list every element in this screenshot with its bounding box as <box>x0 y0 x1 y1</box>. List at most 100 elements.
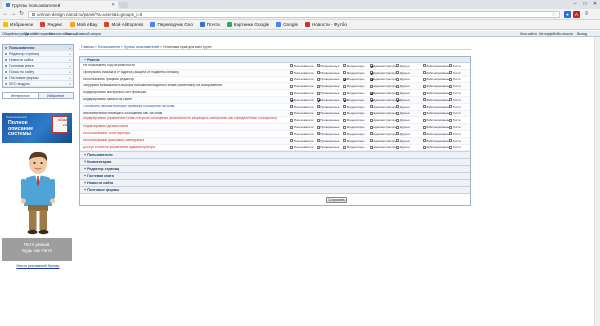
sidebar-tab-interesting[interactable]: Интересное <box>3 93 39 98</box>
admin-top-right-link[interactable]: Интерфейс <box>539 32 557 36</box>
permission-checkbox[interactable] <box>422 64 426 68</box>
group-option[interactable]: Пользователи <box>290 77 317 81</box>
maximize-icon[interactable]: □ <box>580 0 590 8</box>
permission-checkbox[interactable] <box>343 84 346 88</box>
group-option[interactable]: Модераторы <box>343 111 370 115</box>
permission-checkbox[interactable] <box>449 64 452 68</box>
group-option[interactable]: Заблокированные <box>422 91 449 95</box>
permission-checkbox[interactable] <box>343 111 346 115</box>
group-option[interactable]: Модераторы <box>343 98 370 102</box>
permission-checkbox[interactable] <box>290 84 293 88</box>
group-option[interactable]: Пользователи <box>290 105 317 109</box>
group-option[interactable]: Друзья <box>396 71 423 75</box>
permission-checkbox[interactable] <box>316 125 320 129</box>
permission-checkbox[interactable] <box>369 118 373 122</box>
permission-checkbox[interactable] <box>290 64 293 68</box>
bookmark-item[interactable]: Почта <box>199 22 220 27</box>
group-option[interactable]: Пользователи <box>290 111 317 115</box>
permission-checkbox[interactable] <box>369 64 373 68</box>
group-option[interactable]: Проверенные <box>316 71 344 75</box>
group-option[interactable]: Пользователи <box>290 84 317 88</box>
permission-checkbox[interactable] <box>422 132 426 136</box>
permission-checkbox[interactable] <box>369 98 373 102</box>
group-option[interactable]: Заблокированные <box>422 71 449 75</box>
group-option[interactable]: Проверенные <box>316 139 344 143</box>
group-option[interactable]: Друзья <box>396 118 423 122</box>
group-option[interactable]: Друзья <box>396 145 423 149</box>
permission-checkbox[interactable] <box>369 132 373 136</box>
permission-checkbox[interactable] <box>316 64 320 68</box>
bookmark-item[interactable]: Избранное <box>3 22 33 27</box>
group-option[interactable]: Пользователи <box>290 118 317 122</box>
bookmark-item[interactable]: Новости - Футбо <box>305 22 347 27</box>
group-option[interactable]: Пользователи <box>290 145 317 149</box>
permission-checkbox[interactable] <box>422 125 426 129</box>
group-option[interactable]: Гости <box>449 111 476 115</box>
permission-checkbox[interactable] <box>316 132 320 136</box>
permission-checkbox[interactable] <box>449 139 452 143</box>
group-option[interactable]: Модераторы <box>343 125 370 129</box>
permission-checkbox[interactable] <box>369 84 373 88</box>
permission-checkbox[interactable] <box>290 139 293 143</box>
group-option[interactable]: Модераторы <box>343 64 370 68</box>
permission-checkbox[interactable] <box>316 98 320 102</box>
permission-checkbox[interactable] <box>369 125 373 129</box>
group-option[interactable]: Проверенные <box>316 125 344 129</box>
admin-top-right-link[interactable]: Мои сайты <box>520 32 537 36</box>
group-option[interactable]: Проверенные <box>316 77 344 81</box>
group-option[interactable]: Друзья <box>396 84 423 88</box>
group-option[interactable]: Заблокированные <box>422 145 449 149</box>
permission-checkbox[interactable] <box>449 111 452 115</box>
permission-checkbox[interactable] <box>449 132 452 136</box>
group-option[interactable]: Администраторы <box>369 139 396 143</box>
group-option[interactable]: Проверенные <box>316 145 344 149</box>
permission-checkbox[interactable] <box>369 71 373 75</box>
collapsed-section-header[interactable]: + Новости сайта <box>80 179 470 187</box>
permission-checkbox[interactable] <box>422 77 426 81</box>
group-option[interactable]: Проверенные <box>316 118 344 122</box>
permission-checkbox[interactable] <box>316 118 320 122</box>
permission-checkbox[interactable] <box>343 98 346 102</box>
group-option[interactable]: Друзья <box>396 91 423 95</box>
permission-checkbox[interactable] <box>422 111 426 115</box>
group-option[interactable]: Модераторы <box>343 71 370 75</box>
group-option[interactable]: Модераторы <box>343 118 370 122</box>
group-option[interactable]: Модераторы <box>343 139 370 143</box>
bookmark-item[interactable]: Мой AliExpress <box>104 22 143 27</box>
collapsed-section-header[interactable]: + Гостевая книга <box>80 172 470 180</box>
permission-checkbox[interactable] <box>316 111 320 115</box>
permission-checkbox[interactable] <box>449 125 452 129</box>
ad-place-link[interactable]: Место рекламный баннер <box>2 264 74 268</box>
group-option[interactable]: Модераторы <box>343 77 370 81</box>
group-option[interactable]: Друзья <box>396 125 423 129</box>
admin-top-link[interactable]: Главный запрос <box>76 32 101 36</box>
group-option[interactable]: Заблокированные <box>422 105 449 109</box>
group-option[interactable]: Пользователи <box>290 125 317 129</box>
bookmark-item[interactable]: Яндекс <box>40 22 63 27</box>
forward-icon[interactable]: → <box>10 11 17 18</box>
group-option[interactable]: Администраторы <box>369 64 396 68</box>
permission-checkbox[interactable] <box>369 111 373 115</box>
permission-checkbox[interactable] <box>369 77 373 81</box>
group-option[interactable]: Друзья <box>396 105 423 109</box>
permission-checkbox[interactable] <box>290 105 293 109</box>
permission-checkbox[interactable] <box>343 132 346 136</box>
permission-checkbox[interactable] <box>449 118 452 122</box>
group-option[interactable]: Проверенные <box>316 64 344 68</box>
group-option[interactable]: Пользователи <box>290 91 317 95</box>
permission-checkbox[interactable] <box>449 91 452 95</box>
group-option[interactable]: Гости <box>449 71 476 75</box>
extension-a-icon[interactable]: A <box>573 11 580 18</box>
permission-checkbox[interactable] <box>316 139 320 143</box>
permission-checkbox[interactable] <box>449 71 452 75</box>
permission-checkbox[interactable] <box>396 125 399 129</box>
permission-checkbox[interactable] <box>316 84 320 88</box>
group-option[interactable]: Проверенные <box>316 132 344 136</box>
permission-checkbox[interactable] <box>343 71 346 75</box>
group-option[interactable]: Проверенные <box>316 98 344 102</box>
breadcrumb-link-home[interactable]: Главная <box>81 45 94 49</box>
permission-checkbox[interactable] <box>396 139 399 143</box>
page-info-icon[interactable] <box>32 13 35 16</box>
group-option[interactable]: Модераторы <box>343 84 370 88</box>
group-option[interactable]: Друзья <box>396 64 423 68</box>
